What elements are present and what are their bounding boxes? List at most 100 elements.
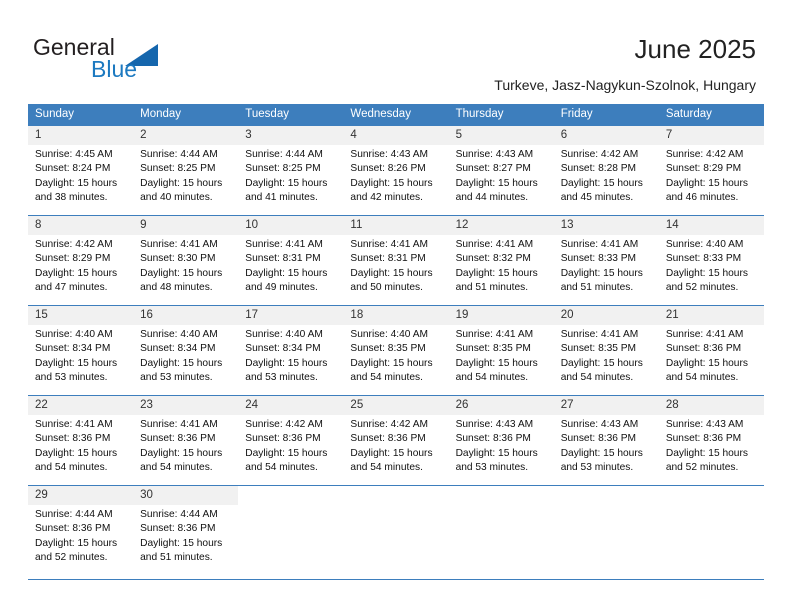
calendar-cell	[658, 485, 764, 580]
calendar-cell: 1 Sunrise: 4:45 AM Sunset: 8:24 PM Daylig…	[28, 125, 134, 216]
day-number: 17	[238, 306, 344, 325]
calendar-cell: 27 Sunrise: 4:43 AM Sunset: 8:36 PM Dayli…	[553, 395, 659, 486]
day-cell[interactable]: 14 Sunrise: 4:40 AM Sunset: 8:33 PM Dayli…	[658, 216, 764, 305]
brand-logo[interactable]: General Blue	[33, 34, 213, 86]
day-cell[interactable]: 24 Sunrise: 4:42 AM Sunset: 8:36 PM Dayli…	[238, 396, 344, 485]
calendar-cell: 7 Sunrise: 4:42 AM Sunset: 8:29 PM Daylig…	[658, 125, 764, 216]
day-cell[interactable]: 27 Sunrise: 4:43 AM Sunset: 8:36 PM Dayli…	[553, 396, 659, 485]
day-details: Sunrise: 4:41 AM Sunset: 8:36 PM Dayligh…	[35, 419, 118, 474]
day-details: Sunrise: 4:42 AM Sunset: 8:36 PM Dayligh…	[350, 419, 433, 474]
day-cell[interactable]: 20 Sunrise: 4:41 AM Sunset: 8:35 PM Dayli…	[553, 306, 659, 395]
calendar-cell: 6 Sunrise: 4:42 AM Sunset: 8:28 PM Daylig…	[553, 125, 659, 216]
calendar-grid: Sunday Monday Tuesday Wednesday Thursday…	[28, 104, 764, 580]
calendar-week-row: 15 Sunrise: 4:40 AM Sunset: 8:34 PM Dayli…	[28, 305, 764, 396]
day-number: 12	[448, 216, 554, 235]
day-cell[interactable]: 7 Sunrise: 4:42 AM Sunset: 8:29 PM Daylig…	[658, 126, 764, 215]
day-number: 13	[553, 216, 659, 235]
day-cell-empty	[554, 486, 659, 579]
day-cell[interactable]: 25 Sunrise: 4:42 AM Sunset: 8:36 PM Dayli…	[343, 396, 449, 485]
page-header: General Blue June 2025 Turkeve, Jasz-Nag…	[0, 0, 792, 100]
calendar-week-row: 29 Sunrise: 4:44 AM Sunset: 8:36 PM Dayli…	[28, 485, 764, 580]
day-cell[interactable]: 17 Sunrise: 4:40 AM Sunset: 8:34 PM Dayli…	[238, 306, 344, 395]
day-cell[interactable]: 15 Sunrise: 4:40 AM Sunset: 8:34 PM Dayli…	[28, 306, 134, 395]
calendar-week-row: 1 Sunrise: 4:45 AM Sunset: 8:24 PM Daylig…	[28, 125, 764, 216]
calendar-cell	[343, 485, 449, 580]
calendar-cell: 10 Sunrise: 4:41 AM Sunset: 8:31 PM Dayli…	[238, 215, 344, 306]
day-cell[interactable]: 2 Sunrise: 4:44 AM Sunset: 8:25 PM Daylig…	[133, 126, 239, 215]
day-number: 9	[133, 216, 239, 235]
day-number: 1	[28, 126, 134, 145]
day-number: 27	[553, 396, 659, 415]
day-cell[interactable]: 28 Sunrise: 4:43 AM Sunset: 8:36 PM Dayli…	[658, 396, 764, 485]
day-number	[449, 486, 554, 491]
day-cell[interactable]: 1 Sunrise: 4:45 AM Sunset: 8:24 PM Daylig…	[28, 126, 134, 215]
weekday-header-thursday: Thursday	[448, 104, 554, 126]
calendar-cell: 3 Sunrise: 4:44 AM Sunset: 8:25 PM Daylig…	[238, 125, 344, 216]
day-details: Sunrise: 4:41 AM Sunset: 8:36 PM Dayligh…	[140, 419, 223, 474]
day-details: Sunrise: 4:42 AM Sunset: 8:28 PM Dayligh…	[560, 149, 643, 204]
calendar-cell: 19 Sunrise: 4:41 AM Sunset: 8:35 PM Dayli…	[448, 305, 554, 396]
calendar-cell: 26 Sunrise: 4:43 AM Sunset: 8:36 PM Dayli…	[448, 395, 554, 486]
day-cell[interactable]: 19 Sunrise: 4:41 AM Sunset: 8:35 PM Dayli…	[448, 306, 554, 395]
day-number: 3	[238, 126, 344, 145]
day-number: 7	[658, 126, 764, 145]
day-number: 4	[343, 126, 449, 145]
day-number: 29	[28, 486, 134, 505]
day-cell[interactable]: 30 Sunrise: 4:44 AM Sunset: 8:36 PM Dayli…	[133, 486, 239, 579]
calendar-cell: 2 Sunrise: 4:44 AM Sunset: 8:25 PM Daylig…	[133, 125, 239, 216]
day-cell[interactable]: 13 Sunrise: 4:41 AM Sunset: 8:33 PM Dayli…	[553, 216, 659, 305]
day-cell[interactable]: 9 Sunrise: 4:41 AM Sunset: 8:30 PM Daylig…	[133, 216, 239, 305]
day-number: 15	[28, 306, 134, 325]
calendar-cell: 24 Sunrise: 4:42 AM Sunset: 8:36 PM Dayli…	[238, 395, 344, 486]
day-details: Sunrise: 4:45 AM Sunset: 8:24 PM Dayligh…	[35, 149, 118, 204]
calendar-cell: 14 Sunrise: 4:40 AM Sunset: 8:33 PM Dayli…	[658, 215, 764, 306]
day-cell[interactable]: 18 Sunrise: 4:40 AM Sunset: 8:35 PM Dayli…	[343, 306, 449, 395]
day-number: 26	[448, 396, 554, 415]
day-cell[interactable]: 26 Sunrise: 4:43 AM Sunset: 8:36 PM Dayli…	[448, 396, 554, 485]
day-cell[interactable]: 3 Sunrise: 4:44 AM Sunset: 8:25 PM Daylig…	[238, 126, 344, 215]
day-number: 19	[448, 306, 554, 325]
day-number: 20	[553, 306, 659, 325]
weekday-header-saturday: Saturday	[658, 104, 764, 126]
day-cell[interactable]: 8 Sunrise: 4:42 AM Sunset: 8:29 PM Daylig…	[28, 216, 134, 305]
day-number	[343, 486, 448, 491]
calendar-cell: 4 Sunrise: 4:43 AM Sunset: 8:26 PM Daylig…	[343, 125, 449, 216]
calendar-cell	[553, 485, 659, 580]
day-details: Sunrise: 4:41 AM Sunset: 8:31 PM Dayligh…	[350, 239, 433, 294]
day-cell[interactable]: 16 Sunrise: 4:40 AM Sunset: 8:34 PM Dayli…	[133, 306, 239, 395]
calendar-cell: 12 Sunrise: 4:41 AM Sunset: 8:32 PM Dayli…	[448, 215, 554, 306]
day-cell[interactable]: 10 Sunrise: 4:41 AM Sunset: 8:31 PM Dayli…	[238, 216, 344, 305]
day-cell[interactable]: 6 Sunrise: 4:42 AM Sunset: 8:28 PM Daylig…	[553, 126, 659, 215]
day-cell[interactable]: 21 Sunrise: 4:41 AM Sunset: 8:36 PM Dayli…	[658, 306, 764, 395]
day-number: 25	[343, 396, 449, 415]
day-cell[interactable]: 23 Sunrise: 4:41 AM Sunset: 8:36 PM Dayli…	[133, 396, 239, 485]
day-cell-empty	[659, 486, 764, 579]
day-details: Sunrise: 4:40 AM Sunset: 8:33 PM Dayligh…	[665, 239, 748, 294]
day-number: 6	[553, 126, 659, 145]
calendar-cell: 28 Sunrise: 4:43 AM Sunset: 8:36 PM Dayli…	[658, 395, 764, 486]
day-details: Sunrise: 4:40 AM Sunset: 8:34 PM Dayligh…	[245, 329, 328, 384]
day-details: Sunrise: 4:44 AM Sunset: 8:36 PM Dayligh…	[140, 509, 223, 564]
day-cell-empty	[343, 486, 448, 579]
day-number: 28	[658, 396, 764, 415]
calendar-cell: 29 Sunrise: 4:44 AM Sunset: 8:36 PM Dayli…	[28, 485, 134, 580]
day-cell[interactable]: 22 Sunrise: 4:41 AM Sunset: 8:36 PM Dayli…	[28, 396, 134, 485]
day-cell[interactable]: 4 Sunrise: 4:43 AM Sunset: 8:26 PM Daylig…	[343, 126, 449, 215]
day-details: Sunrise: 4:42 AM Sunset: 8:36 PM Dayligh…	[245, 419, 328, 474]
calendar-cell: 13 Sunrise: 4:41 AM Sunset: 8:33 PM Dayli…	[553, 215, 659, 306]
day-details: Sunrise: 4:41 AM Sunset: 8:33 PM Dayligh…	[560, 239, 643, 294]
day-number: 10	[238, 216, 344, 235]
day-cell[interactable]: 5 Sunrise: 4:43 AM Sunset: 8:27 PM Daylig…	[448, 126, 554, 215]
day-cell[interactable]: 11 Sunrise: 4:41 AM Sunset: 8:31 PM Dayli…	[343, 216, 449, 305]
calendar-cell: 11 Sunrise: 4:41 AM Sunset: 8:31 PM Dayli…	[343, 215, 449, 306]
day-details: Sunrise: 4:44 AM Sunset: 8:25 PM Dayligh…	[140, 149, 223, 204]
day-cell[interactable]: 29 Sunrise: 4:44 AM Sunset: 8:36 PM Dayli…	[28, 486, 134, 579]
calendar-cell: 20 Sunrise: 4:41 AM Sunset: 8:35 PM Dayli…	[553, 305, 659, 396]
day-details: Sunrise: 4:43 AM Sunset: 8:27 PM Dayligh…	[455, 149, 538, 204]
day-number: 14	[658, 216, 764, 235]
day-number: 23	[133, 396, 239, 415]
weekday-header-friday: Friday	[553, 104, 659, 126]
day-details: Sunrise: 4:41 AM Sunset: 8:36 PM Dayligh…	[665, 329, 748, 384]
day-cell[interactable]: 12 Sunrise: 4:41 AM Sunset: 8:32 PM Dayli…	[448, 216, 554, 305]
day-number: 21	[658, 306, 764, 325]
